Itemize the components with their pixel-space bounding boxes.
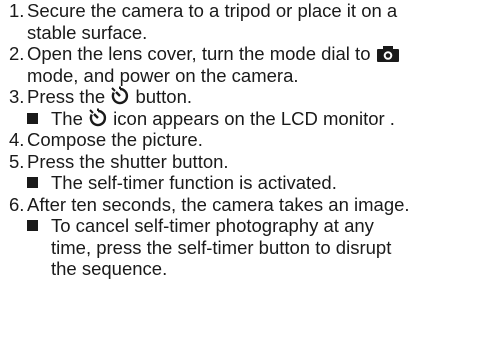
step-number: 4. [9,129,25,150]
step-text: After ten seconds, the camera takes an i… [27,193,410,215]
bullet-square-icon [27,112,38,124]
bullet-square-icon [27,220,38,231]
step-text: Press the [27,86,106,107]
step-text: stable surface. [27,21,148,43]
step-number: 2. [9,43,25,64]
step-number: 5. [9,150,25,172]
step-5: 5. Press the shutter button. [9,151,480,173]
step-number: 6. [9,193,25,215]
step-3-note: The icon appears on the LCD monitor . [9,108,480,130]
step-number: 1. [9,0,25,21]
note-text: time, press the self-timer button to dis… [51,236,392,258]
step-4: 4. Compose the picture. [9,129,480,151]
step-3: 3. Press the button. [9,86,480,108]
camera-icon [376,46,399,62]
step-5-note: The self-timer function is activated. [9,172,480,194]
step-6: 6. After ten seconds, the camera takes a… [9,194,480,216]
step-text: Open the lens cover, turn the mode dial … [27,43,371,64]
instructions: 1. Secure the camera to a tripod or plac… [0,0,480,280]
self-timer-icon [111,86,129,105]
step-6-note: To cancel self-timer photography at any … [9,215,480,280]
note-text: The [51,107,83,129]
step-text: button. [135,86,193,107]
step-text: Press the shutter button. [27,150,229,172]
self-timer-icon [89,108,107,126]
step-text: mode, and power on the camera. [27,64,299,86]
note-text: icon appears on the LCD monitor . [113,107,395,129]
step-text: Compose the picture. [27,129,203,150]
step-1: 1. Secure the camera to a tripod or plac… [9,0,480,43]
note-text: The self-timer function is activated. [51,172,337,193]
step-text: Secure the camera to a tripod or place i… [27,0,398,21]
bullet-square-icon [27,177,38,188]
note-text: the sequence. [51,258,168,279]
step-2: 2. Open the lens cover, turn the mode di… [9,43,480,86]
step-number: 3. [9,86,25,107]
note-text: To cancel self-timer photography at any [51,215,374,236]
